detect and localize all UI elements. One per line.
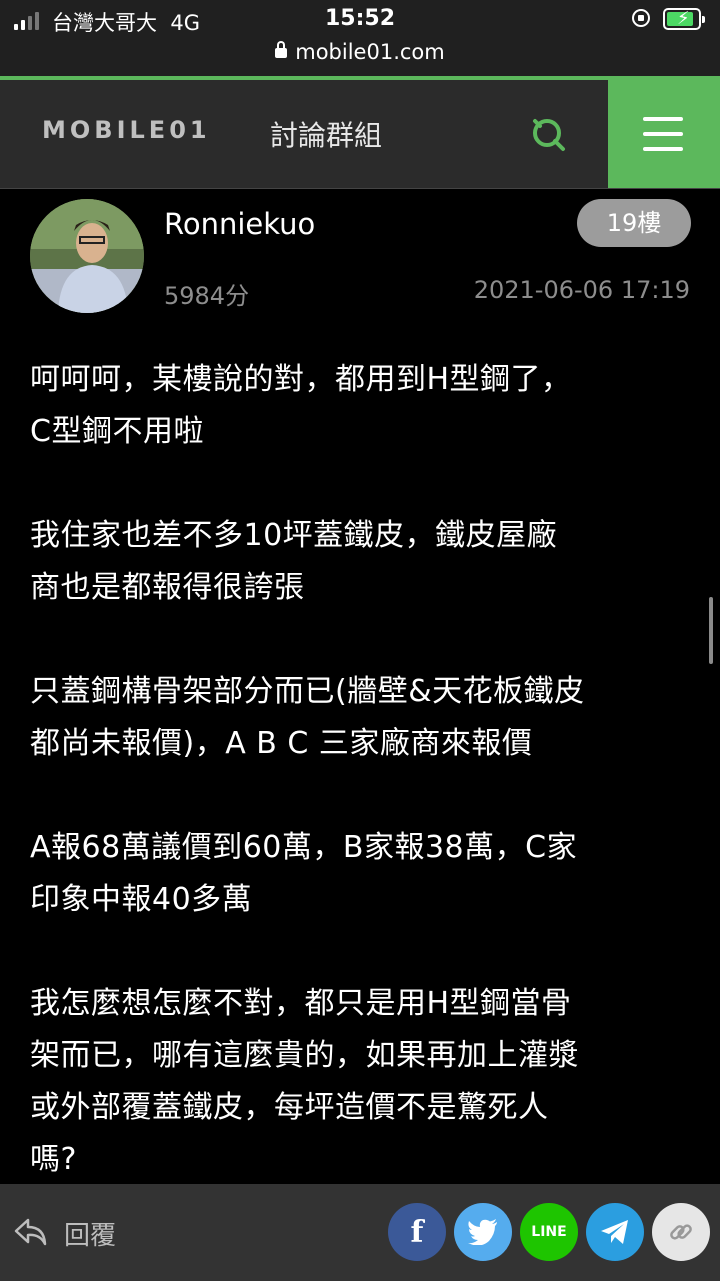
- link-icon: [670, 1224, 692, 1240]
- reply-button[interactable]: 回覆: [64, 1215, 116, 1252]
- post-timestamp: 2021-06-06 17:19: [473, 276, 690, 304]
- status-time: 15:52: [324, 6, 396, 31]
- avatar[interactable]: [30, 199, 144, 313]
- scrollbar[interactable]: [709, 597, 713, 664]
- copy-link-button[interactable]: [652, 1203, 710, 1261]
- menu-button[interactable]: [608, 80, 720, 188]
- post-paragraph: 我住家也差不多10坪蓋鐵皮，鐵皮屋廠 商也是都報得很誇張: [30, 518, 558, 605]
- rotation-lock-icon: [632, 9, 650, 27]
- reply-icon[interactable]: [12, 1214, 48, 1250]
- site-header: MOBILE01 討論群組: [0, 80, 720, 189]
- search-icon[interactable]: [530, 116, 566, 152]
- site-logo[interactable]: MOBILE01: [42, 116, 211, 144]
- lock-icon: [275, 41, 288, 58]
- facebook-icon: f: [410, 1214, 424, 1250]
- post-paragraph: A報68萬議價到60萬，B家報38萬，C家 印象中報40多萬: [30, 830, 578, 917]
- share-facebook-button[interactable]: f: [388, 1203, 446, 1261]
- address-bar[interactable]: mobile01.com: [0, 40, 720, 76]
- post-paragraph: 呵呵呵，某樓說的對，都用到H型鋼了， C型鋼不用啦: [30, 362, 572, 449]
- author-name[interactable]: Ronniekuo: [164, 207, 315, 241]
- share-line-button[interactable]: LINE: [520, 1203, 578, 1261]
- page-title[interactable]: 討論群組: [270, 114, 382, 154]
- twitter-icon: [468, 1219, 497, 1245]
- author-score: 5984分: [164, 282, 250, 310]
- bottom-action-bar: 回覆 f LINE: [0, 1184, 720, 1281]
- status-bar: 台灣大哥大 4G 15:52 ⚡: [0, 0, 720, 40]
- share-twitter-button[interactable]: [454, 1203, 512, 1261]
- battery-icon: ⚡: [663, 8, 705, 30]
- share-telegram-button[interactable]: [586, 1203, 644, 1261]
- url-text: mobile01.com: [295, 40, 445, 64]
- floor-badge[interactable]: 19樓: [577, 199, 691, 247]
- telegram-icon: [601, 1220, 628, 1244]
- line-icon: LINE: [531, 1224, 567, 1240]
- post-paragraph: 只蓋鋼構骨架部分而已(牆壁&天花板鐵皮 都尚未報價)，A B C 三家廠商來報價: [30, 674, 585, 761]
- post-paragraph: 我怎麼想怎麼不對，都只是用H型鋼當骨 架而已，哪有這麼貴的，如果再加上灌漿 或外…: [30, 986, 579, 1177]
- post-content: 呵呵呵，某樓說的對，都用到H型鋼了， C型鋼不用啦 我住家也差不多10坪蓋鐵皮，…: [30, 354, 700, 1238]
